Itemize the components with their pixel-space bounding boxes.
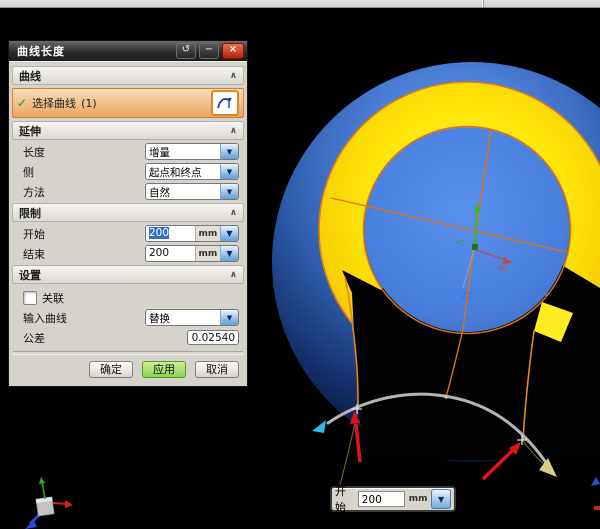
chevron-up-icon[interactable]: ∧ [230,126,237,136]
float-start-input[interactable]: 200 [358,491,406,507]
application-window: YC XC ZC 曲线长度 ↺ − × 曲线 [0,0,600,529]
length-type-value: 增量 [146,144,220,159]
close-button[interactable]: × [222,43,244,59]
end-unit: mm [196,246,220,261]
float-start-unit: mm [408,494,428,504]
end-label: 结束 [23,246,145,262]
input-curve-dropdown[interactable]: 替换 ▼ [145,309,239,326]
select-curve-label: 选择曲线 [32,95,76,111]
method-label: 方法 [23,184,145,200]
chevron-up-icon[interactable]: ∧ [230,208,237,218]
corner-triad-clipped [591,477,600,510]
options-arrow-icon[interactable]: ▼ [431,489,451,509]
wcs-label-zc: ZC [462,291,473,300]
side-label: 侧 [23,164,145,180]
wcs-origin [472,244,478,250]
method-dropdown[interactable]: 自然 ▼ [145,183,239,200]
toolbar-strip [0,0,600,8]
divider [13,351,243,355]
check-icon: ✓ [17,96,27,110]
group-header-limits[interactable]: 限制 ∧ [12,203,244,222]
end-value: 200 [149,247,169,259]
start-value: 200 [149,227,169,239]
chevron-up-icon[interactable]: ∧ [230,270,237,280]
length-type-label: 长度 [23,144,145,160]
side-value: 起点和终点 [146,164,220,179]
length-type-row: 长度 增量 ▼ [23,143,239,160]
curve-icon [216,95,234,111]
start-field-group: 200 mm ▼ [145,225,239,242]
select-curve-count: (1) [81,97,97,110]
input-curve-row: 输入曲线 替换 ▼ [23,309,239,326]
dialog-title: 曲线长度 [17,43,173,59]
minimize-button[interactable]: − [199,43,219,59]
tolerance-label: 公差 [23,330,187,346]
group-label-settings: 设置 [19,267,41,283]
dialog-footer: 确定 应用 取消 [9,359,247,382]
side-dropdown[interactable]: 起点和终点 ▼ [145,163,239,180]
chevron-down-icon[interactable]: ▼ [220,144,238,159]
curve-length-dialog: 曲线长度 ↺ − × 曲线 ∧ ✓ 选择曲线 (1) [8,40,248,387]
float-start-label: 开始 [335,483,355,515]
khaki-direction-cone [539,458,557,477]
options-arrow-icon[interactable]: ▼ [220,226,238,241]
cancel-button[interactable]: 取消 [195,361,239,378]
group-label-extend: 延伸 [19,123,41,139]
associative-label: 关联 [42,290,64,306]
start-input[interactable]: 200 [146,226,196,241]
group-header-curve[interactable]: 曲线 ∧ [12,66,244,85]
curve-length-icon-button[interactable] [211,90,239,116]
select-curve-row[interactable]: ✓ 选择曲线 (1) [12,88,244,118]
dialog-titlebar[interactable]: 曲线长度 ↺ − × [9,41,247,61]
wcs-label-xc: XC [498,264,509,273]
onscreen-start-input: 开始 200 mm ▼ [330,486,456,512]
group-label-curve: 曲线 [19,68,41,84]
start-label: 开始 [23,226,145,242]
associative-row: 关联 [23,290,239,305]
chevron-down-icon[interactable]: ▼ [220,164,238,179]
method-value: 自然 [146,184,220,199]
view-triad[interactable] [25,477,73,529]
end-field-group: 200 mm ▼ [145,245,239,262]
length-type-dropdown[interactable]: 增量 ▼ [145,143,239,160]
side-row: 侧 起点和终点 ▼ [23,163,239,180]
apply-button[interactable]: 应用 [142,361,186,378]
chevron-down-icon[interactable]: ▼ [220,310,238,325]
tolerance-row: 公差 0.02540 [23,329,239,346]
cyan-direction-marker [312,420,326,433]
end-row: 结束 200 mm ▼ [23,245,239,262]
toolbar-separator [482,0,484,7]
group-label-limits: 限制 [19,205,41,221]
options-arrow-icon[interactable]: ▼ [220,246,238,261]
start-unit: mm [196,226,220,241]
reset-button[interactable]: ↺ [176,43,196,59]
associative-checkbox[interactable] [23,291,37,305]
triad-x-arrow [65,500,73,508]
dialog-body: 曲线 ∧ ✓ 选择曲线 (1) 延伸 ∧ [9,61,247,386]
tolerance-input[interactable]: 0.02540 [187,330,239,345]
group-header-extend[interactable]: 延伸 ∧ [12,121,244,140]
method-row: 方法 自然 ▼ [23,183,239,200]
wcs-label-yc: YC [455,239,465,247]
chevron-up-icon[interactable]: ∧ [230,71,237,81]
group-header-settings[interactable]: 设置 ∧ [12,265,244,284]
chevron-down-icon[interactable]: ▼ [220,184,238,199]
triad-y-arrow [39,477,45,484]
ok-button[interactable]: 确定 [89,361,133,378]
start-row: 开始 200 mm ▼ [23,225,239,242]
input-curve-label: 输入曲线 [23,310,145,326]
input-curve-value: 替换 [146,310,220,325]
end-input[interactable]: 200 [146,246,196,261]
